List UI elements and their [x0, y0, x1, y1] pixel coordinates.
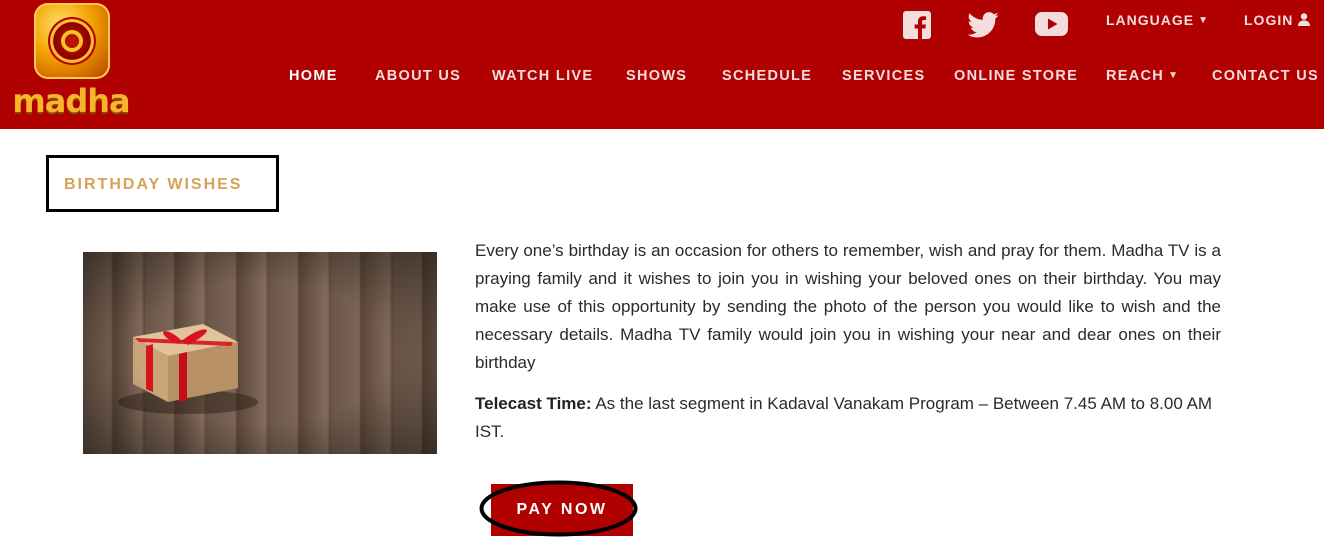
- nav-reach[interactable]: REACH ▼: [1106, 68, 1179, 84]
- page-title: BIRTHDAY WISHES: [64, 176, 243, 193]
- site-header: madha LANGUAGE ▼ LOGIN HOME ABOUT US WATC…: [0, 0, 1324, 129]
- logo-emblem-icon: [34, 3, 110, 79]
- chevron-down-icon: ▼: [1168, 70, 1180, 81]
- nav-schedule[interactable]: SCHEDULE: [722, 68, 812, 84]
- nav-online-store[interactable]: ONLINE STORE: [954, 68, 1078, 84]
- nav-services[interactable]: SERVICES: [842, 68, 925, 84]
- madha-logo[interactable]: madha: [10, 3, 132, 123]
- chevron-down-icon: ▼: [1198, 15, 1210, 26]
- telecast-info: Telecast Time: As the last segment in Ka…: [475, 390, 1221, 446]
- language-dropdown[interactable]: LANGUAGE ▼: [1106, 12, 1209, 28]
- birthday-description: Every one’s birthday is an occasion for …: [475, 241, 1221, 372]
- gift-box-image: [83, 252, 437, 454]
- nav-about-us[interactable]: ABOUT US: [375, 68, 461, 84]
- telecast-label: Telecast Time:: [475, 394, 592, 413]
- logo-wordmark: madha: [12, 82, 130, 120]
- user-icon: [1298, 13, 1311, 26]
- nav-shows[interactable]: SHOWS: [626, 68, 687, 84]
- youtube-icon[interactable]: [1035, 12, 1068, 41]
- facebook-icon[interactable]: [903, 11, 931, 44]
- nav-watch-live[interactable]: WATCH LIVE: [492, 68, 593, 84]
- nav-contact-us[interactable]: CONTACT US: [1212, 68, 1319, 84]
- highlight-ellipse: [479, 480, 638, 537]
- twitter-icon[interactable]: [967, 12, 999, 43]
- nav-home[interactable]: HOME: [289, 68, 338, 84]
- login-link[interactable]: LOGIN: [1244, 12, 1311, 28]
